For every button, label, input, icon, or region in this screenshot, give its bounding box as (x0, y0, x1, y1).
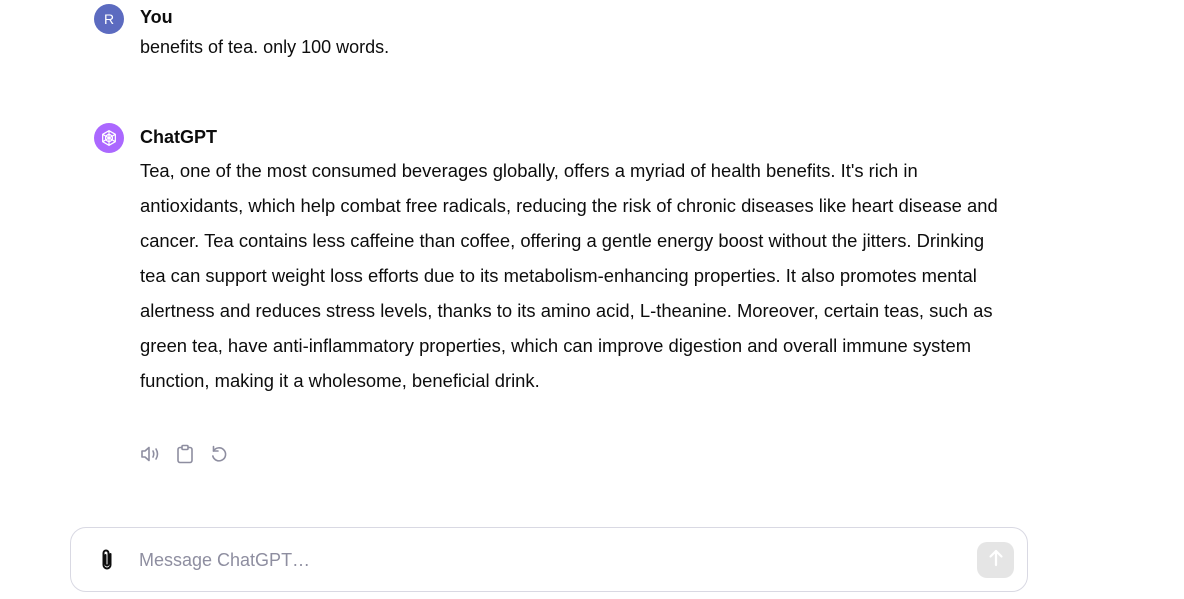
user-avatar: R (94, 4, 124, 34)
paperclip-icon[interactable] (95, 548, 119, 572)
chat-page: R You benefits of tea. only 100 words. C… (0, 0, 1184, 599)
user-avatar-initial: R (103, 11, 115, 27)
assistant-author-name: ChatGPT (140, 127, 218, 147)
openai-logo-icon (94, 123, 124, 153)
regenerate-icon[interactable] (208, 443, 230, 465)
assistant-message-text: Tea, one of the most consumed beverages … (140, 160, 998, 391)
message-composer (70, 527, 1028, 592)
user-author-name: You (140, 7, 173, 27)
arrow-up-icon (988, 549, 1004, 572)
send-button[interactable] (977, 542, 1014, 578)
user-message-text: benefits of tea. only 100 words. (140, 37, 390, 57)
read-aloud-icon[interactable] (140, 443, 162, 465)
message-input[interactable] (139, 546, 959, 574)
copy-icon[interactable] (174, 443, 196, 465)
message-actions (140, 443, 230, 465)
